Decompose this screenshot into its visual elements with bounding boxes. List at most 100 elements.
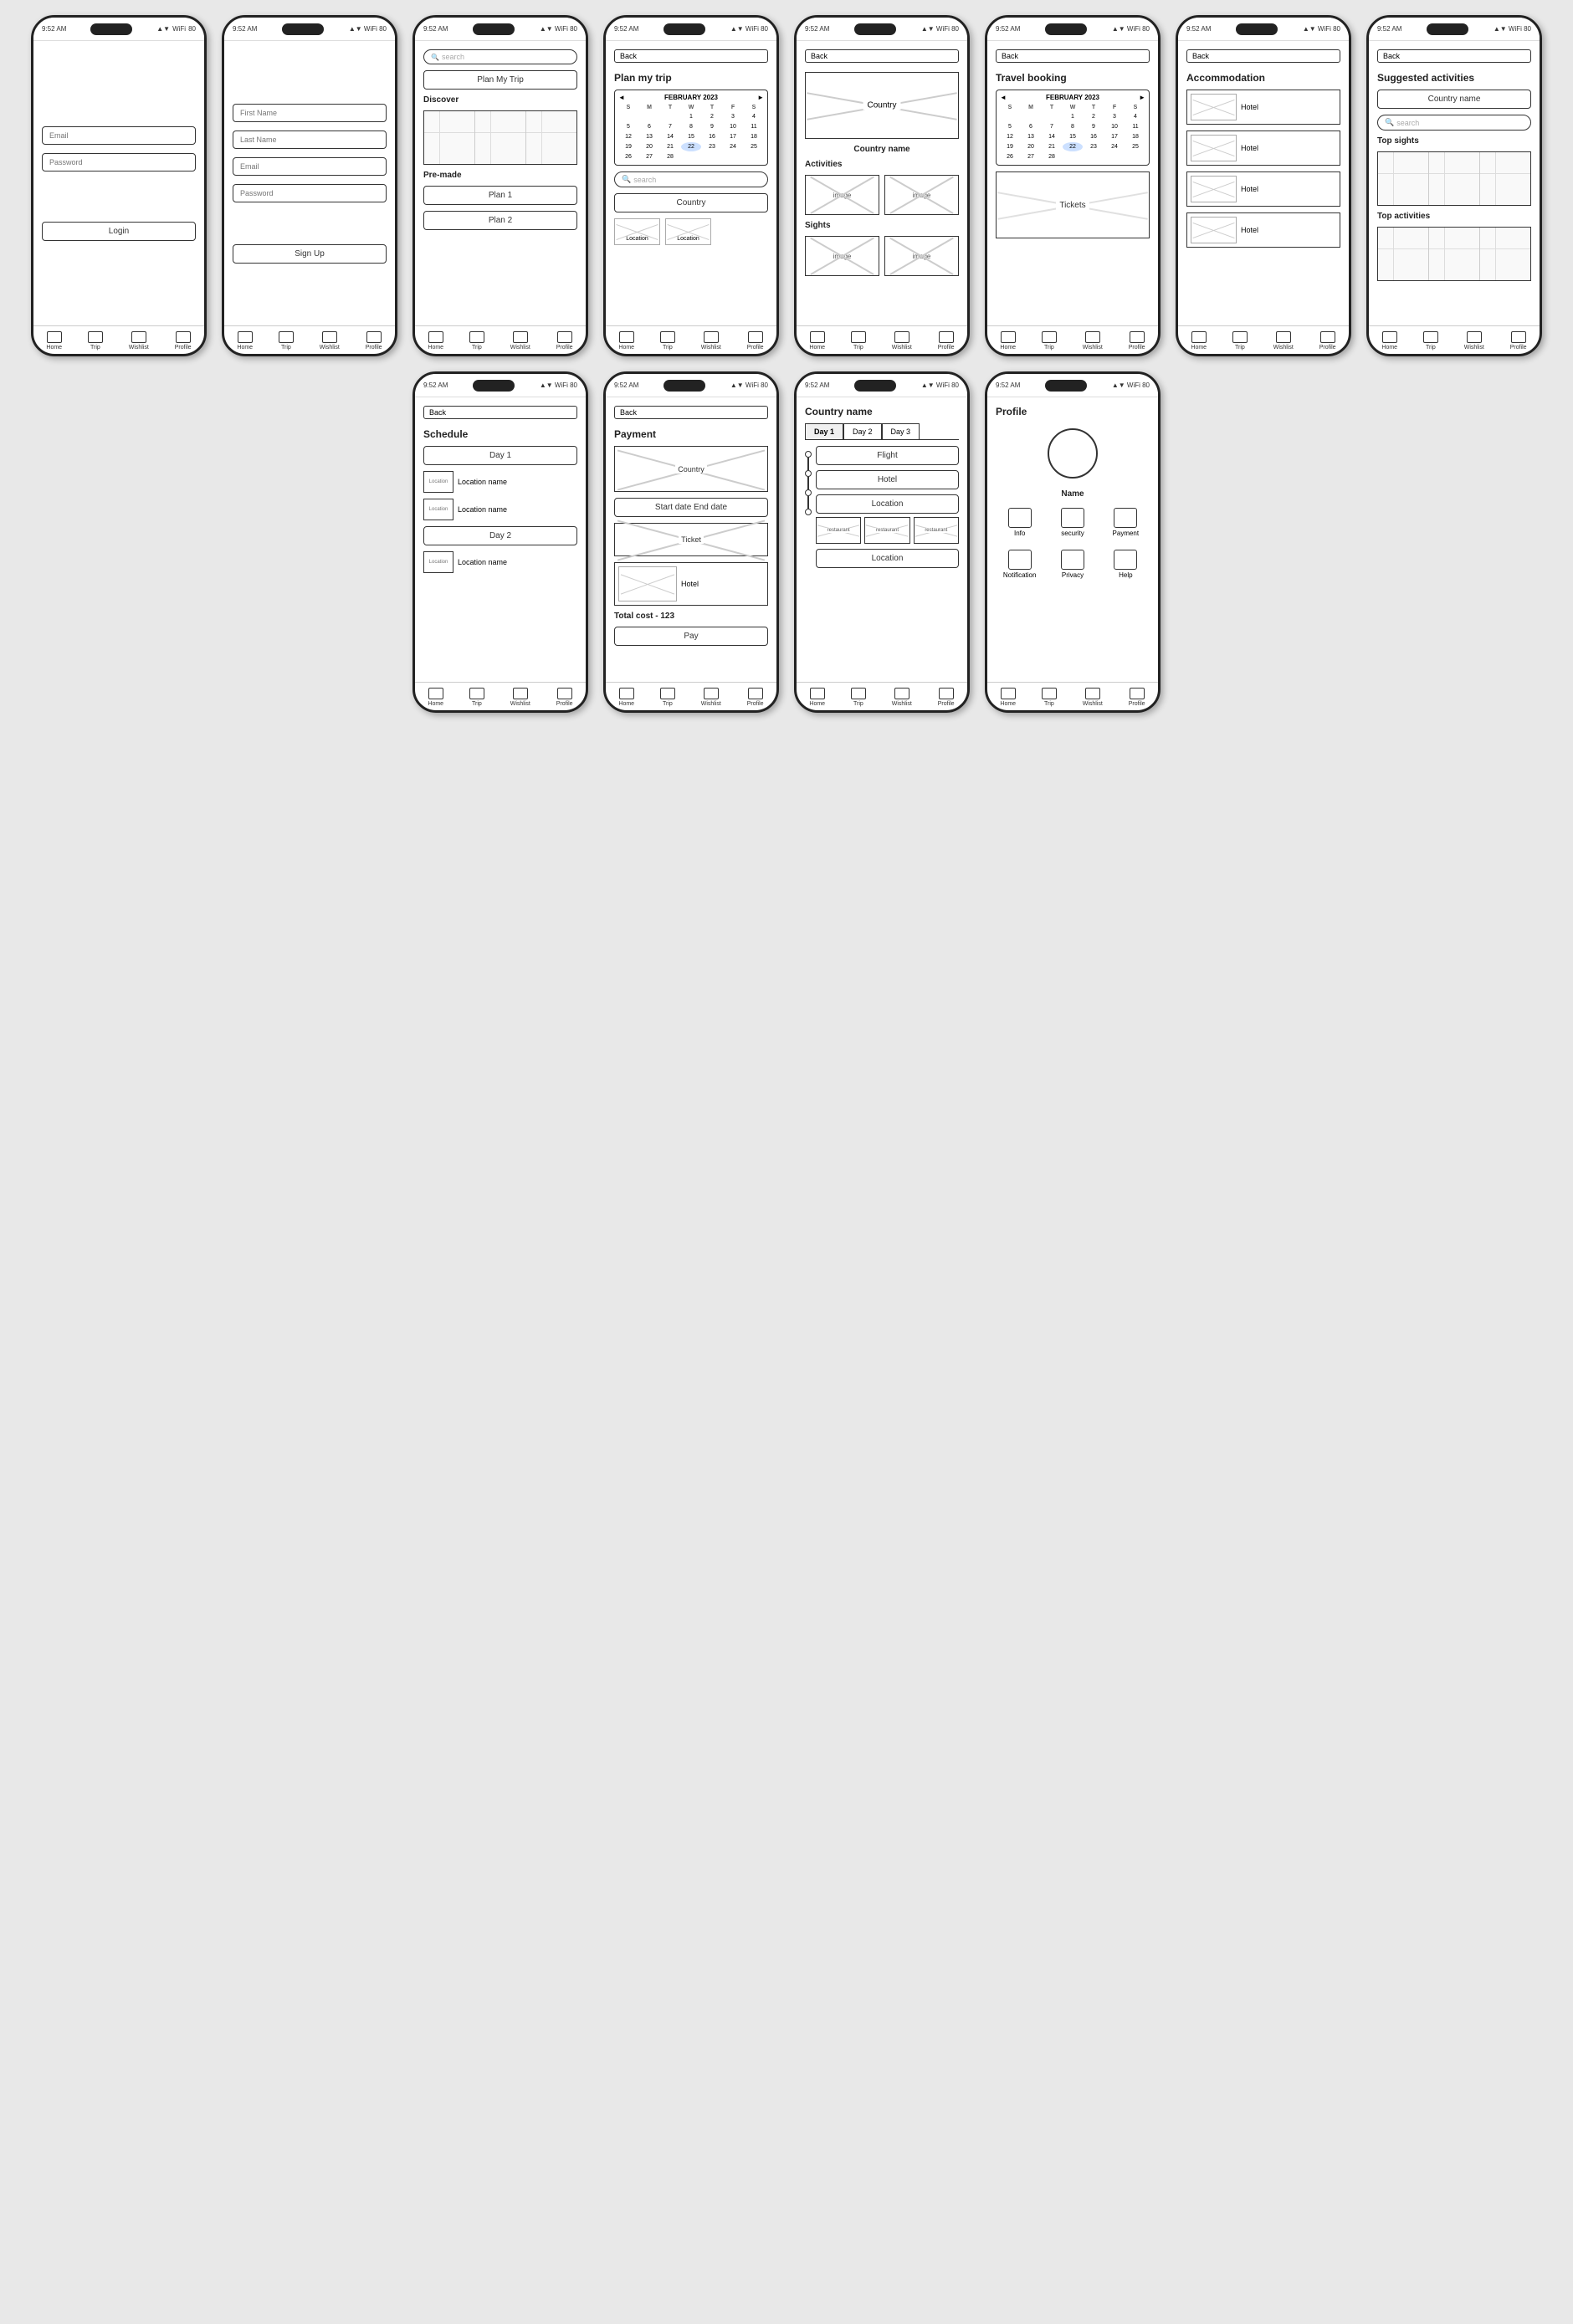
nav-trip-tb[interactable]: Trip <box>1042 331 1057 351</box>
nav-trip-acc[interactable]: Trip <box>1232 331 1248 351</box>
tb-cal-next[interactable]: ► <box>1139 94 1145 101</box>
nav-profile-signup[interactable]: Profile <box>366 331 382 351</box>
profile-icon <box>176 331 191 343</box>
nav-profile-acc[interactable]: Profile <box>1319 331 1336 351</box>
signup-email-field[interactable] <box>233 157 387 176</box>
nav-home-pr[interactable]: Home <box>1000 688 1016 707</box>
nav-wishlist-signup[interactable]: Wishlist <box>320 331 340 351</box>
hotel-item-1[interactable]: Hotel <box>1186 90 1340 125</box>
nav-profile-plan[interactable]: Profile <box>747 331 764 351</box>
nav-home-h[interactable]: Home <box>428 331 443 351</box>
nav-trip-c[interactable]: Trip <box>851 331 866 351</box>
nav-trip-plan[interactable]: Trip <box>660 331 675 351</box>
nav-home-sch[interactable]: Home <box>428 688 443 707</box>
nav-wishlist-plan[interactable]: Wishlist <box>701 331 721 351</box>
day-tab-3[interactable]: Day 3 <box>882 423 920 439</box>
nav-wishlist-sch[interactable]: Wishlist <box>510 688 530 707</box>
profile-privacy-item[interactable]: Privacy <box>1048 550 1096 579</box>
nav-wishlist-h[interactable]: Wishlist <box>510 331 530 351</box>
back-btn-country[interactable]: Back <box>805 49 959 63</box>
nav-wishlist-c[interactable]: Wishlist <box>892 331 912 351</box>
email-field[interactable] <box>42 126 196 145</box>
plan-search[interactable]: 🔍 search <box>614 171 768 187</box>
nav-wishlist-tb[interactable]: Wishlist <box>1083 331 1103 351</box>
nav-home-cd[interactable]: Home <box>809 688 825 707</box>
tb-cal-prev[interactable]: ◄ <box>1000 94 1007 101</box>
flight-btn[interactable]: Flight <box>816 446 959 465</box>
restaurant-3[interactable]: restaurant <box>914 517 959 544</box>
nav-home-acc[interactable]: Home <box>1191 331 1207 351</box>
nav-trip-signup[interactable]: Trip <box>279 331 294 351</box>
nav-home-sug[interactable]: Home <box>1381 331 1397 351</box>
hotel-item-3[interactable]: Hotel <box>1186 171 1340 207</box>
first-name-field[interactable] <box>233 104 387 122</box>
nav-profile-tb[interactable]: Profile <box>1129 331 1145 351</box>
nav-wishlist-acc[interactable]: Wishlist <box>1273 331 1294 351</box>
nav-home-plan[interactable]: Home <box>618 331 634 351</box>
signup-password-field[interactable] <box>233 184 387 202</box>
day2-btn[interactable]: Day 2 <box>423 526 577 545</box>
nav-trip-cd[interactable]: Trip <box>851 688 866 707</box>
nav-profile-h[interactable]: Profile <box>556 331 573 351</box>
profile-notification-item[interactable]: Notification <box>996 550 1043 579</box>
nav-profile-cd[interactable]: Profile <box>938 688 955 707</box>
nav-profile-login[interactable]: Profile <box>175 331 192 351</box>
cal-prev[interactable]: ◄ <box>618 94 625 101</box>
back-btn-plan[interactable]: Back <box>614 49 768 63</box>
profile-info-item[interactable]: Info <box>996 508 1043 537</box>
nav-home-c[interactable]: Home <box>809 331 825 351</box>
nav-trip-pr[interactable]: Trip <box>1042 688 1057 707</box>
nav-profile-pr[interactable]: Profile <box>1129 688 1145 707</box>
day-tab-1[interactable]: Day 1 <box>805 423 843 439</box>
nav-profile-c[interactable]: Profile <box>938 331 955 351</box>
restaurant-2[interactable]: restaurant <box>864 517 909 544</box>
cal-next[interactable]: ► <box>757 94 764 101</box>
password-field[interactable] <box>42 153 196 171</box>
info-label: Info <box>1014 530 1025 537</box>
nav-trip-pay[interactable]: Trip <box>660 688 675 707</box>
hotel-item-2[interactable]: Hotel <box>1186 131 1340 166</box>
back-btn-pay[interactable]: Back <box>614 406 768 419</box>
location2-btn[interactable]: Location <box>816 549 959 568</box>
hotel-item-4[interactable]: Hotel <box>1186 212 1340 248</box>
nav-home-login[interactable]: Home <box>46 331 62 351</box>
day1-btn[interactable]: Day 1 <box>423 446 577 465</box>
nav-home-signup[interactable]: Home <box>237 331 253 351</box>
nav-home-tb[interactable]: Home <box>1000 331 1016 351</box>
nav-wishlist-pr[interactable]: Wishlist <box>1083 688 1103 707</box>
restaurant-1[interactable]: restaurant <box>816 517 861 544</box>
plan-my-trip-button[interactable]: Plan My Trip <box>423 70 577 90</box>
plan1-button[interactable]: Plan 1 <box>423 186 577 205</box>
country-name-btn[interactable]: Country name <box>1377 90 1531 109</box>
day-tab-2[interactable]: Day 2 <box>843 423 882 439</box>
nav-trip-sch[interactable]: Trip <box>469 688 484 707</box>
nav-wishlist-login[interactable]: Wishlist <box>129 331 149 351</box>
back-btn-acc[interactable]: Back <box>1186 49 1340 63</box>
nav-wishlist-sug[interactable]: Wishlist <box>1464 331 1484 351</box>
nav-profile-sug[interactable]: Profile <box>1510 331 1527 351</box>
nav-wishlist-pay[interactable]: Wishlist <box>701 688 721 707</box>
back-btn-tb[interactable]: Back <box>996 49 1150 63</box>
signup-button[interactable]: Sign Up <box>233 244 387 264</box>
plan2-button[interactable]: Plan 2 <box>423 211 577 230</box>
nav-trip-h[interactable]: Trip <box>469 331 484 351</box>
nav-home-pay[interactable]: Home <box>618 688 634 707</box>
profile-payment-item[interactable]: Payment <box>1102 508 1150 537</box>
nav-profile-sch[interactable]: Profile <box>556 688 573 707</box>
sug-search[interactable]: 🔍 search <box>1377 115 1531 131</box>
nav-trip-sug[interactable]: Trip <box>1423 331 1438 351</box>
nav-profile-pay[interactable]: Profile <box>747 688 764 707</box>
country-button[interactable]: Country <box>614 193 768 212</box>
hotel-btn[interactable]: Hotel <box>816 470 959 489</box>
last-name-field[interactable] <box>233 131 387 149</box>
nav-wishlist-cd[interactable]: Wishlist <box>892 688 912 707</box>
home-search[interactable]: 🔍 search <box>423 49 577 64</box>
profile-help-item[interactable]: Help <box>1102 550 1150 579</box>
profile-security-item[interactable]: security <box>1048 508 1096 537</box>
back-btn-sch[interactable]: Back <box>423 406 577 419</box>
back-btn-sug[interactable]: Back <box>1377 49 1531 63</box>
pay-button[interactable]: Pay <box>614 627 768 646</box>
login-button[interactable]: Login <box>42 222 196 241</box>
location-btn[interactable]: Location <box>816 494 959 514</box>
nav-trip-login[interactable]: Trip <box>88 331 103 351</box>
